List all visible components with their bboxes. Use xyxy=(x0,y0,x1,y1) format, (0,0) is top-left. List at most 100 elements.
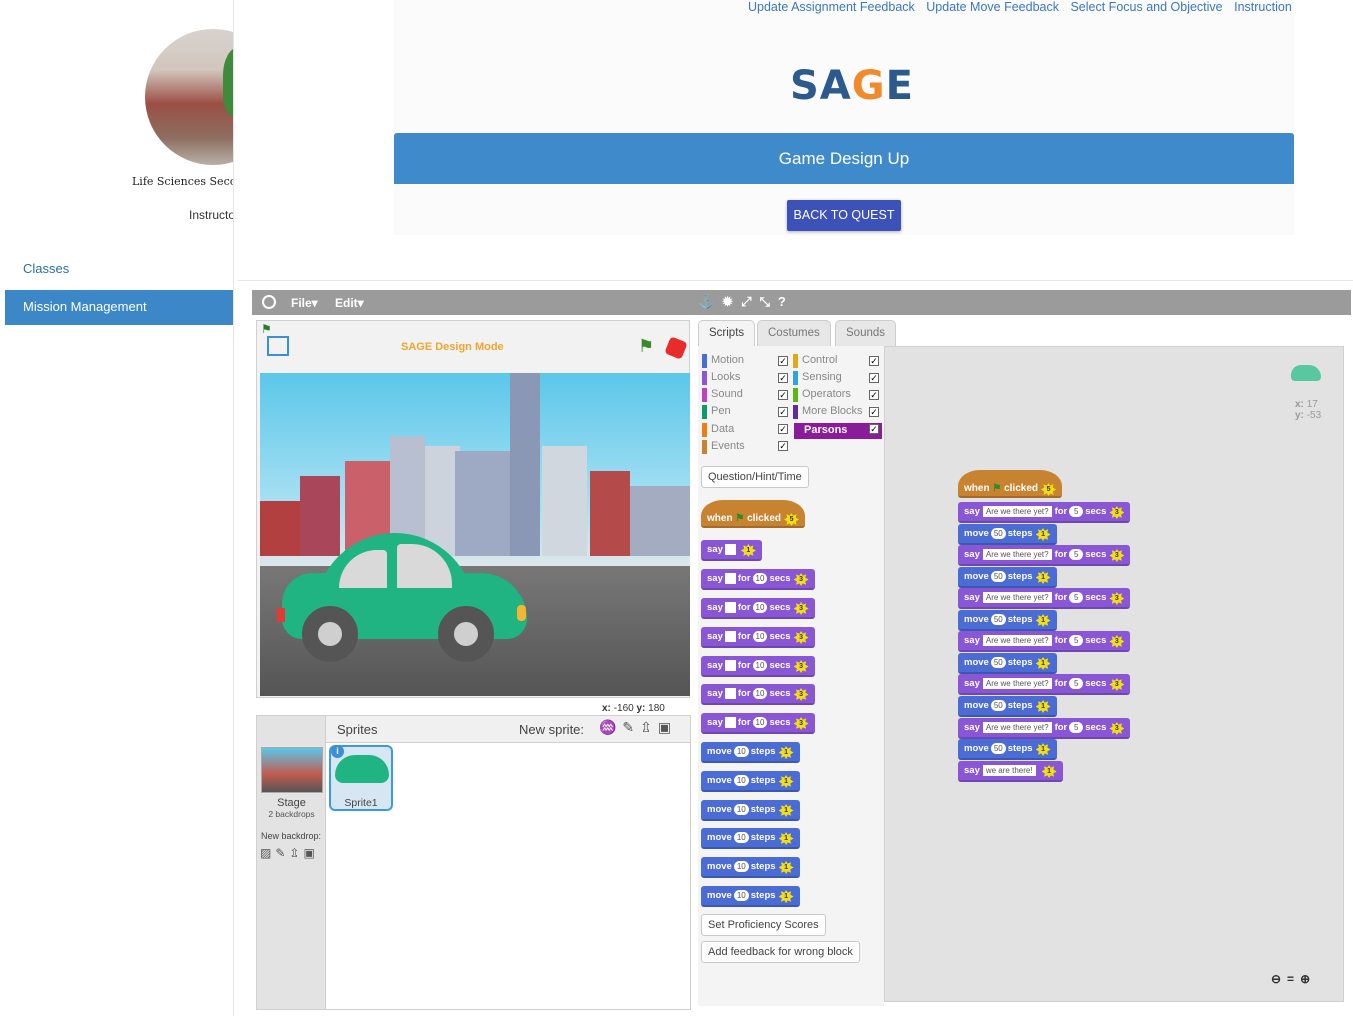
instruction-link[interactable]: Instruction xyxy=(1234,0,1292,14)
secs-input[interactable]: 10 xyxy=(752,717,768,729)
script-say-block[interactable]: say Are we there yet? for 5 secs 3 xyxy=(958,502,1131,523)
update-move-feedback-link[interactable]: Update Move Feedback xyxy=(926,0,1059,14)
category-pen[interactable]: Pen xyxy=(702,405,731,419)
new-sprite-icons[interactable]: ♒✎⇫▣ xyxy=(599,719,677,736)
category-operators[interactable]: Operators xyxy=(793,388,851,402)
fullscreen-icon[interactable] xyxy=(267,336,289,356)
say-input[interactable] xyxy=(724,573,736,584)
move-steps-block[interactable]: move 10 steps 1 xyxy=(701,828,800,849)
steps-input[interactable]: 10 xyxy=(733,746,749,757)
move-steps-block[interactable]: move 10 steps 1 xyxy=(701,800,800,821)
say-for-secs-block[interactable]: say for 10 secs 3 xyxy=(701,684,815,705)
secs-input[interactable]: 10 xyxy=(752,602,768,614)
say-input[interactable] xyxy=(724,688,736,699)
say-text-input[interactable]: Are we there yet? xyxy=(982,722,1052,733)
category-more-blocks[interactable]: More Blocks xyxy=(793,405,863,419)
say-text-input[interactable]: Are we there yet? xyxy=(982,592,1052,603)
back-to-quest-button[interactable]: BACK TO QUEST xyxy=(787,200,901,231)
category-checkbox[interactable]: ✓ xyxy=(778,373,788,383)
script-move-block[interactable]: move 50 steps 1 xyxy=(958,524,1057,545)
secs-input[interactable]: 5 xyxy=(1069,722,1084,733)
script-say-block[interactable]: say Are we there yet? for 5 secs 3 xyxy=(958,631,1131,652)
question-hint-time-button[interactable]: Question/Hint/Time xyxy=(701,466,809,488)
script-when-flag-clicked[interactable]: when ⚑ clicked 5 xyxy=(958,470,1063,498)
sidebar-item-classes[interactable]: Classes xyxy=(23,261,69,276)
category-control[interactable]: Control xyxy=(793,354,837,368)
tab-scripts[interactable]: Scripts xyxy=(698,320,756,346)
category-checkbox[interactable]: ✓ xyxy=(778,356,788,366)
steps-input[interactable]: 10 xyxy=(733,832,749,843)
secs-input[interactable]: 10 xyxy=(752,688,768,700)
toolbar-icons[interactable]: ⚓✹⤢⤡? xyxy=(698,294,794,310)
secs-input[interactable]: 5 xyxy=(1069,678,1084,689)
secs-input[interactable]: 5 xyxy=(1069,635,1084,646)
script-area[interactable]: x: 17 y: -53 ⊖=⊕ when ⚑ clicked 5 say Are … xyxy=(884,346,1344,1002)
secs-input[interactable]: 5 xyxy=(1069,549,1084,560)
secs-input[interactable]: 5 xyxy=(1069,592,1084,603)
say-block[interactable]: say 1 xyxy=(701,540,762,561)
category-events[interactable]: Events xyxy=(702,440,745,454)
say-input[interactable] xyxy=(724,602,736,613)
say-input[interactable] xyxy=(724,660,736,671)
category-checkbox[interactable]: ✓ xyxy=(778,441,788,451)
move-steps-block[interactable]: move 10 steps 1 xyxy=(701,771,800,792)
move-steps-block[interactable]: move 10 steps 1 xyxy=(701,857,800,878)
stage-canvas[interactable] xyxy=(260,373,690,696)
secs-input[interactable]: 10 xyxy=(752,660,768,672)
steps-input[interactable]: 10 xyxy=(733,861,749,872)
say-text-input[interactable]: Are we there yet? xyxy=(982,678,1052,689)
edit-menu[interactable]: Edit▾ xyxy=(335,296,364,310)
script-say-final-block[interactable]: say we are there! 1 xyxy=(958,761,1063,782)
script-move-block[interactable]: move 50 steps 1 xyxy=(958,567,1057,588)
script-move-block[interactable]: move 50 steps 1 xyxy=(958,653,1057,674)
script-say-block[interactable]: say Are we there yet? for 5 secs 3 xyxy=(958,674,1131,695)
say-text-input[interactable]: Are we there yet? xyxy=(982,506,1052,517)
new-backdrop-icons[interactable]: ▨✎⇫▣ xyxy=(260,846,319,860)
say-for-secs-block[interactable]: say for 10 secs 3 xyxy=(701,627,815,648)
update-assignment-feedback-link[interactable]: Update Assignment Feedback xyxy=(748,0,915,14)
add-feedback-button[interactable]: Add feedback for wrong block xyxy=(701,941,860,963)
category-checkbox[interactable]: ✓ xyxy=(778,424,788,434)
steps-input[interactable]: 50 xyxy=(990,743,1006,754)
category-checkbox[interactable]: ✓ xyxy=(778,407,788,417)
steps-input[interactable]: 10 xyxy=(733,775,749,786)
say-for-secs-block[interactable]: say for 10 secs 3 xyxy=(701,569,815,590)
say-text-input[interactable]: Are we there yet? xyxy=(982,549,1052,560)
script-say-block[interactable]: say Are we there yet? for 5 secs 3 xyxy=(958,588,1131,609)
green-flag-icon[interactable]: ⚑ xyxy=(638,336,654,357)
move-steps-block[interactable]: move 10 steps 1 xyxy=(701,886,800,907)
category-checkbox[interactable]: ✓ xyxy=(869,407,879,417)
steps-input[interactable]: 10 xyxy=(733,804,749,815)
script-move-block[interactable]: move 50 steps 1 xyxy=(958,739,1057,760)
steps-input[interactable]: 50 xyxy=(990,614,1006,625)
say-input[interactable] xyxy=(724,717,736,728)
say-for-secs-block[interactable]: say for 10 secs 3 xyxy=(701,656,815,677)
category-motion[interactable]: Motion xyxy=(702,354,744,368)
category-looks[interactable]: Looks xyxy=(702,371,740,385)
say-for-secs-block[interactable]: say for 10 secs 3 xyxy=(701,713,815,734)
steps-input[interactable]: 50 xyxy=(990,528,1006,539)
when-flag-clicked-block[interactable]: when ⚑ clicked 5 xyxy=(701,500,806,528)
file-menu[interactable]: File▾ xyxy=(291,296,318,310)
info-icon[interactable]: i xyxy=(331,745,344,758)
steps-input[interactable]: 50 xyxy=(990,700,1006,711)
steps-input[interactable]: 50 xyxy=(990,657,1006,668)
secs-input[interactable]: 10 xyxy=(752,573,768,585)
set-proficiency-scores-button[interactable]: Set Proficiency Scores xyxy=(701,914,826,936)
category-sensing[interactable]: Sensing xyxy=(793,371,842,385)
zoom-controls[interactable]: ⊖=⊕ xyxy=(1271,972,1316,986)
say-input[interactable] xyxy=(724,631,736,642)
category-checkbox[interactable]: ✓ xyxy=(869,424,879,434)
say-for-secs-block[interactable]: say for 10 secs 3 xyxy=(701,598,815,619)
category-data[interactable]: Data xyxy=(702,423,734,437)
category-sound[interactable]: Sound xyxy=(702,388,743,402)
script-say-block[interactable]: say Are we there yet? for 5 secs 3 xyxy=(958,545,1131,566)
stage-thumbnail[interactable] xyxy=(261,747,323,793)
category-checkbox[interactable]: ✓ xyxy=(778,390,788,400)
stop-icon[interactable] xyxy=(664,336,688,360)
script-move-block[interactable]: move 50 steps 1 xyxy=(958,696,1057,717)
category-checkbox[interactable]: ✓ xyxy=(869,390,879,400)
say-text-input[interactable]: we are there! xyxy=(982,765,1036,776)
secs-input[interactable]: 5 xyxy=(1069,506,1084,517)
category-checkbox[interactable]: ✓ xyxy=(869,373,879,383)
